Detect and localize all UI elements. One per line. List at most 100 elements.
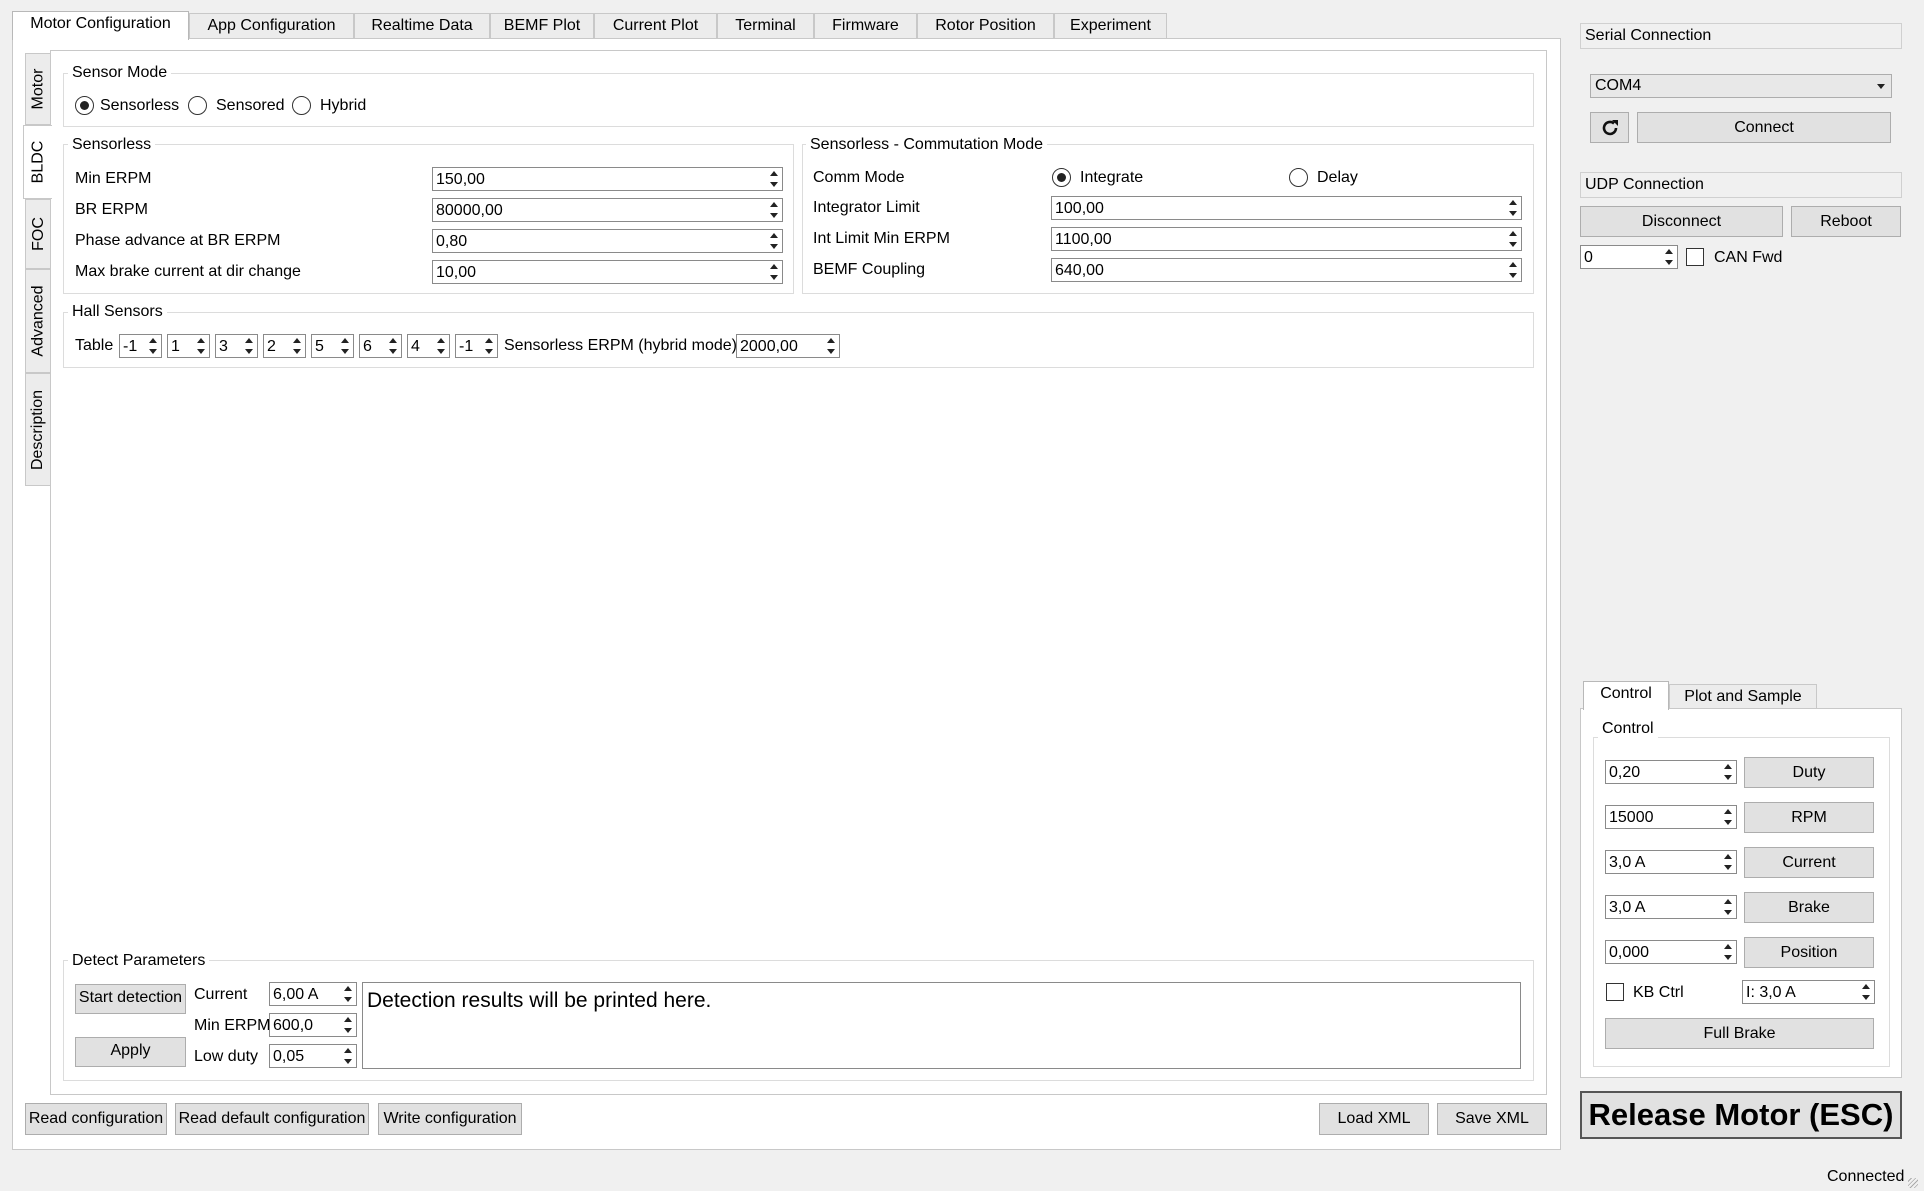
spin-arrows-icon[interactable] <box>1661 246 1677 268</box>
brake-spinbox[interactable]: 3,0 A <box>1605 895 1737 919</box>
side-tab-motor[interactable]: Motor <box>25 53 51 125</box>
bemf-coupling-spinbox[interactable]: 640,00 <box>1051 258 1522 282</box>
spin-arrows-icon[interactable] <box>145 335 161 357</box>
brake-button[interactable]: Brake <box>1744 892 1874 923</box>
detection-results-box[interactable]: Detection results will be printed here. <box>362 982 1521 1069</box>
side-tab-description[interactable]: Description <box>25 373 51 486</box>
spin-arrows-icon[interactable] <box>337 335 353 357</box>
hall-table-spinbox[interactable]: 1 <box>167 334 210 358</box>
spin-arrows-icon[interactable] <box>1720 761 1736 783</box>
full-brake-button[interactable]: Full Brake <box>1605 1018 1874 1049</box>
spin-arrows-icon[interactable] <box>1720 896 1736 918</box>
hall-table-spinbox[interactable]: 2 <box>263 334 306 358</box>
tab-realtime-data[interactable]: Realtime Data <box>354 13 490 39</box>
resize-grip-icon[interactable] <box>1908 1178 1918 1188</box>
tab-current-plot[interactable]: Current Plot <box>594 13 717 39</box>
spin-arrows-icon[interactable] <box>823 335 839 357</box>
tab-motor-configuration[interactable]: Motor Configuration <box>12 11 189 40</box>
int-limit-min-erpm-spinbox[interactable]: 1100,00 <box>1051 227 1522 251</box>
disconnect-button[interactable]: Disconnect <box>1580 206 1783 237</box>
can-fwd-checkbox[interactable] <box>1686 248 1704 266</box>
delay-radio[interactable] <box>1289 168 1308 187</box>
hall-table-spinbox[interactable]: -1 <box>455 334 498 358</box>
sensored-radio[interactable] <box>188 96 207 115</box>
write-configuration-button[interactable]: Write configuration <box>378 1103 522 1135</box>
detect-min-erpm-spinbox[interactable]: 600,0 <box>269 1013 357 1037</box>
spin-arrows-icon[interactable] <box>1505 259 1521 281</box>
detect-current-spinbox[interactable]: 6,00 A <box>269 982 357 1006</box>
max-brake-current-spinbox[interactable]: 10,00 <box>432 260 783 284</box>
tab-experiment[interactable]: Experiment <box>1054 13 1167 39</box>
hall-table-spinbox[interactable]: 3 <box>215 334 258 358</box>
spin-arrows-icon[interactable] <box>1720 806 1736 828</box>
position-spinbox[interactable]: 0,000 <box>1605 940 1737 964</box>
spin-arrows-icon[interactable] <box>433 335 449 357</box>
serial-port-dropdown[interactable]: COM4 <box>1590 74 1892 98</box>
spin-arrows-icon[interactable] <box>766 199 782 221</box>
sensorless-erpm-spinbox[interactable]: 2000,00 <box>736 334 840 358</box>
integrate-radio[interactable] <box>1052 168 1071 187</box>
rpm-button[interactable]: RPM <box>1744 802 1874 833</box>
spin-arrows-icon[interactable] <box>1720 851 1736 873</box>
release-motor-button[interactable]: Release Motor (ESC) <box>1580 1091 1902 1139</box>
apply-button[interactable]: Apply <box>75 1037 186 1067</box>
duty-spinbox[interactable]: 0,20 <box>1605 760 1737 784</box>
tab-bemf-plot[interactable]: BEMF Plot <box>490 13 594 39</box>
current-button[interactable]: Current <box>1744 847 1874 878</box>
tab-plot-and-sample[interactable]: Plot and Sample <box>1669 684 1817 710</box>
br-erpm-label: BR ERPM <box>75 201 148 218</box>
spin-arrows-icon[interactable] <box>1720 941 1736 963</box>
tab-terminal[interactable]: Terminal <box>717 13 814 39</box>
spin-arrows-icon[interactable] <box>1505 197 1521 219</box>
hall-table-spinbox[interactable]: 5 <box>311 334 354 358</box>
detect-low-duty-spinbox[interactable]: 0,05 <box>269 1044 357 1068</box>
position-button[interactable]: Position <box>1744 937 1874 968</box>
spin-arrows-icon[interactable] <box>241 335 257 357</box>
tab-firmware[interactable]: Firmware <box>814 13 917 39</box>
tab-control[interactable]: Control <box>1583 681 1669 710</box>
can-id-spinbox[interactable]: 0 <box>1580 245 1678 269</box>
side-tab-advanced[interactable]: Advanced <box>25 269 51 373</box>
sensored-radio-label: Sensored <box>216 97 285 114</box>
reboot-button[interactable]: Reboot <box>1791 206 1901 237</box>
read-configuration-button[interactable]: Read configuration <box>25 1103 167 1135</box>
spin-arrows-icon[interactable] <box>481 335 497 357</box>
kb-current-spinbox[interactable]: I: 3,0 A <box>1742 980 1875 1004</box>
save-xml-button[interactable]: Save XML <box>1437 1103 1547 1135</box>
spin-arrows-icon[interactable] <box>340 983 356 1005</box>
spin-arrows-icon[interactable] <box>766 261 782 283</box>
start-detection-button[interactable]: Start detection <box>75 984 186 1014</box>
current-spinbox[interactable]: 3,0 A <box>1605 850 1737 874</box>
spin-arrows-icon[interactable] <box>289 335 305 357</box>
spin-arrows-icon[interactable] <box>766 168 782 190</box>
spin-arrows-icon[interactable] <box>340 1014 356 1036</box>
hall-table-spinbox[interactable]: 6 <box>359 334 402 358</box>
duty-button[interactable]: Duty <box>1744 757 1874 788</box>
refresh-ports-button[interactable] <box>1590 112 1629 143</box>
hall-sensors-title: Hall Sensors <box>68 303 167 321</box>
spin-arrows-icon[interactable] <box>1505 228 1521 250</box>
hall-table-spinbox[interactable]: -1 <box>119 334 162 358</box>
connect-button[interactable]: Connect <box>1637 112 1891 143</box>
spin-arrows-icon[interactable] <box>193 335 209 357</box>
side-tab-bldc[interactable]: BLDC <box>23 125 52 199</box>
spin-arrows-icon[interactable] <box>385 335 401 357</box>
spin-arrows-icon[interactable] <box>766 230 782 252</box>
side-tab-foc[interactable]: FOC <box>25 199 51 269</box>
br-erpm-spinbox[interactable]: 80000,00 <box>432 198 783 222</box>
tab-app-configuration[interactable]: App Configuration <box>189 13 354 39</box>
sensorless-radio[interactable] <box>75 96 94 115</box>
kb-ctrl-checkbox[interactable] <box>1606 983 1624 1001</box>
refresh-icon <box>1602 120 1618 136</box>
tab-rotor-position[interactable]: Rotor Position <box>917 13 1054 39</box>
min-erpm-spinbox[interactable]: 150,00 <box>432 167 783 191</box>
rpm-spinbox[interactable]: 15000 <box>1605 805 1737 829</box>
spin-arrows-icon[interactable] <box>1858 981 1874 1003</box>
read-default-configuration-button[interactable]: Read default configuration <box>175 1103 369 1135</box>
spin-arrows-icon[interactable] <box>340 1045 356 1067</box>
hall-table-spinbox[interactable]: 4 <box>407 334 450 358</box>
phase-advance-spinbox[interactable]: 0,80 <box>432 229 783 253</box>
hybrid-radio[interactable] <box>292 96 311 115</box>
load-xml-button[interactable]: Load XML <box>1319 1103 1429 1135</box>
integrator-limit-spinbox[interactable]: 100,00 <box>1051 196 1522 220</box>
